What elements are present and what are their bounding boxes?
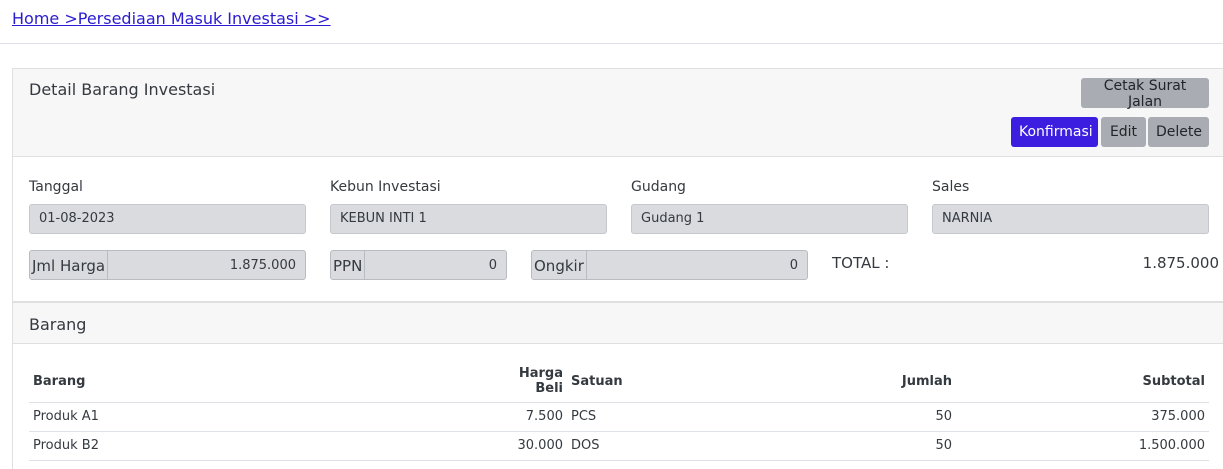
detail-card: Detail Barang Investasi Cetak Surat Jala…: [12, 68, 1223, 302]
header-divider: [0, 43, 1223, 44]
barang-table: Barang Harga Beli Satuan Jumlah Subtotal…: [29, 361, 1209, 461]
cell-satuan: PCS: [567, 402, 647, 432]
column-header-barang: Barang: [29, 361, 487, 403]
sales-field[interactable]: NARNIA: [932, 204, 1209, 234]
ppn-group: PPN 0: [330, 250, 507, 280]
breadcrumb-home-link[interactable]: Home >: [12, 9, 78, 28]
column-header-subtotal: Subtotal: [956, 361, 1209, 403]
kebun-field[interactable]: KEBUN INTI 1: [330, 204, 607, 234]
ongkir-input[interactable]: 0: [587, 251, 807, 279]
ppn-input[interactable]: 0: [365, 251, 506, 279]
table-row: Produk A1 7.500 PCS 50 375.000: [29, 402, 1209, 432]
detail-card-header: Detail Barang Investasi Cetak Surat Jala…: [13, 69, 1223, 157]
column-header-satuan: Satuan: [567, 361, 647, 403]
confirm-button[interactable]: Konfirmasi: [1011, 117, 1098, 147]
barang-card: Barang Barang Harga Beli Satuan Jumlah S…: [12, 302, 1223, 469]
cell-jumlah: 50: [647, 402, 956, 432]
total-label: TOTAL :: [832, 254, 890, 272]
cell-subtotal: 1.500.000: [956, 431, 1209, 461]
delete-button[interactable]: Delete: [1148, 117, 1209, 147]
jml-harga-input[interactable]: 1.875.000: [108, 251, 305, 279]
total-value: 1.875.000: [1142, 254, 1219, 272]
cell-harga-beli: 7.500: [487, 402, 567, 432]
cell-satuan: DOS: [567, 431, 647, 461]
table-row: Produk B2 30.000 DOS 50 1.500.000: [29, 431, 1209, 461]
ongkir-label: Ongkir: [532, 251, 587, 279]
tanggal-field[interactable]: 01-08-2023: [29, 204, 306, 234]
jml-harga-group: Jml Harga 1.875.000: [29, 250, 306, 280]
tanggal-label: Tanggal: [29, 179, 83, 195]
kebun-label: Kebun Investasi: [330, 179, 441, 195]
cell-harga-beli: 30.000: [487, 431, 567, 461]
ppn-label: PPN: [331, 251, 366, 279]
breadcrumb-section-link[interactable]: Persediaan Masuk Investasi >>: [78, 9, 331, 28]
detail-card-title: Detail Barang Investasi: [29, 80, 216, 99]
breadcrumb: Home >Persediaan Masuk Investasi >>: [12, 9, 331, 28]
ongkir-group: Ongkir 0: [531, 250, 808, 280]
column-header-harga-beli: Harga Beli: [487, 361, 567, 403]
gudang-label: Gudang: [631, 179, 686, 195]
cell-barang: Produk B2: [29, 431, 487, 461]
table-header-row: Barang Harga Beli Satuan Jumlah Subtotal: [29, 361, 1209, 403]
sales-label: Sales: [932, 179, 970, 195]
jml-harga-label: Jml Harga: [30, 251, 109, 279]
edit-button[interactable]: Edit: [1101, 117, 1146, 147]
barang-card-title: Barang: [29, 315, 87, 334]
cell-barang: Produk A1: [29, 402, 487, 432]
cell-subtotal: 375.000: [956, 402, 1209, 432]
print-delivery-note-button[interactable]: Cetak Surat Jalan: [1081, 78, 1209, 110]
cell-jumlah: 50: [647, 431, 956, 461]
barang-card-header: Barang: [13, 303, 1223, 344]
column-header-jumlah: Jumlah: [647, 361, 956, 403]
gudang-field[interactable]: Gudang 1: [631, 204, 908, 234]
